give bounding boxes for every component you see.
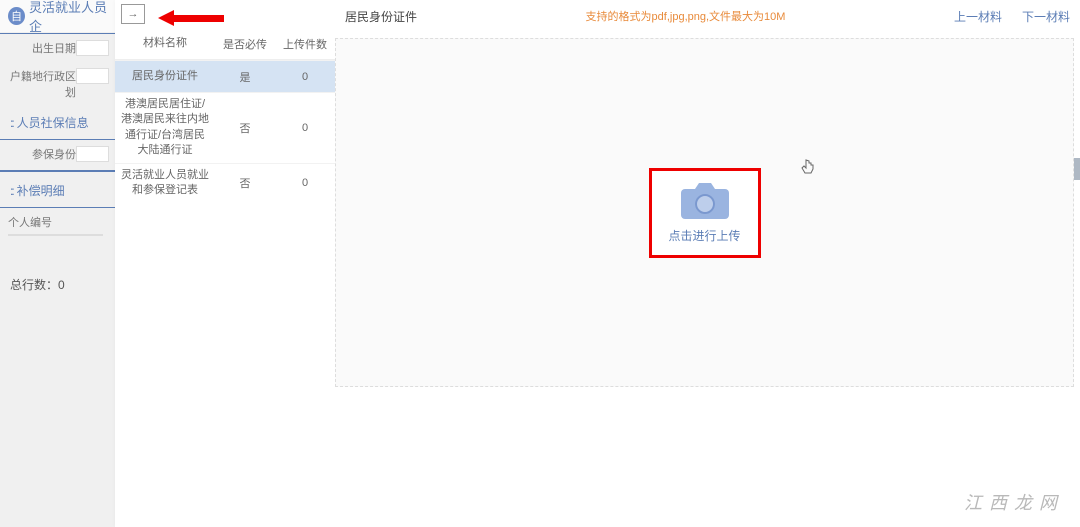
logo-icon: 自 xyxy=(8,7,25,25)
field-label: 个人编号 xyxy=(8,214,52,230)
camera-icon xyxy=(679,181,731,221)
table-row[interactable]: 灵活就业人员就业和参保登记表 否 0 xyxy=(115,163,335,203)
field-input[interactable] xyxy=(76,146,109,162)
section-social-info: 人员社保信息 xyxy=(0,106,115,140)
next-material-link[interactable]: 下一材料 xyxy=(1022,8,1070,25)
table-header-row: 材料名称 是否必传 上传件数 xyxy=(115,28,335,60)
cell-name: 灵活就业人员就业和参保登记表 xyxy=(115,168,215,199)
total-rows: 总行数：0 xyxy=(0,268,115,301)
cell-name: 港澳居民居住证/港澳居民来往内地通行证/台湾居民大陆通行证 xyxy=(115,97,215,159)
app-title: 灵活就业人员企 xyxy=(29,0,115,35)
watermark: 江 西 龙 网 xyxy=(964,489,1058,515)
col-header-required: 是否必传 xyxy=(215,36,275,52)
material-nav: 上一材料 下一材料 xyxy=(954,8,1070,25)
field-label: 参保身份 xyxy=(6,146,76,162)
format-hint: 支持的格式为pdf,jpg,png,文件最大为10M xyxy=(417,8,954,24)
scrollbar-thumb[interactable] xyxy=(1074,158,1080,180)
cell-required: 否 xyxy=(215,175,275,191)
cell-count: 0 xyxy=(275,177,335,189)
field-personal-no: 个人编号 xyxy=(0,208,115,242)
annotation-arrow xyxy=(158,10,224,26)
arrow-right-icon: → xyxy=(128,8,139,20)
materials-panel-header: → xyxy=(115,0,335,28)
field-input[interactable] xyxy=(76,68,109,84)
upload-button[interactable]: 点击进行上传 xyxy=(649,168,761,258)
field-birth-date: 出生日期 xyxy=(0,34,115,62)
divider xyxy=(0,170,115,172)
field-textarea[interactable] xyxy=(8,234,103,236)
document-title: 居民身份证件 xyxy=(345,8,417,25)
field-label: 出生日期 xyxy=(6,40,76,56)
col-header-count: 上传件数 xyxy=(275,36,335,52)
arrow-shaft xyxy=(174,15,224,22)
upload-label: 点击进行上传 xyxy=(668,227,740,244)
prev-material-link[interactable]: 上一材料 xyxy=(954,8,1002,25)
materials-panel: → 材料名称 是否必传 上传件数 居民身份证件 是 0 港澳居民居住证/港澳居民… xyxy=(115,0,335,527)
materials-table: 材料名称 是否必传 上传件数 居民身份证件 是 0 港澳居民居住证/港澳居民来往… xyxy=(115,28,335,202)
field-input[interactable] xyxy=(76,40,109,56)
table-row[interactable]: 港澳居民居住证/港澳居民来往内地通行证/台湾居民大陆通行证 否 0 xyxy=(115,92,335,163)
app-header: 自 灵活就业人员企 xyxy=(0,0,115,32)
collapse-button[interactable]: → xyxy=(121,4,145,24)
col-header-name: 材料名称 xyxy=(115,36,215,51)
upload-dropzone[interactable]: 点击进行上传 xyxy=(335,38,1074,387)
cursor-pointer-icon xyxy=(800,158,816,176)
cell-required: 否 xyxy=(215,120,275,136)
main-header: 居民身份证件 支持的格式为pdf,jpg,png,文件最大为10M 上一材料 下… xyxy=(335,0,1080,32)
cell-count: 0 xyxy=(275,71,335,83)
left-form-panel: 自 灵活就业人员企 人员基本信息 出生日期 户籍地行政区划 人员社保信息 参保身… xyxy=(0,0,115,527)
cell-required: 是 xyxy=(215,69,275,85)
main-content: 居民身份证件 支持的格式为pdf,jpg,png,文件最大为10M 上一材料 下… xyxy=(335,0,1080,527)
cell-count: 0 xyxy=(275,122,335,134)
section-supplement: 补偿明细 xyxy=(0,174,115,208)
field-insured-status: 参保身份 xyxy=(0,140,115,168)
field-register-area: 户籍地行政区划 xyxy=(0,62,115,106)
table-row[interactable]: 居民身份证件 是 0 xyxy=(115,60,335,92)
field-label: 户籍地行政区划 xyxy=(6,68,76,100)
arrow-head-icon xyxy=(158,10,174,26)
cell-name: 居民身份证件 xyxy=(115,69,215,84)
